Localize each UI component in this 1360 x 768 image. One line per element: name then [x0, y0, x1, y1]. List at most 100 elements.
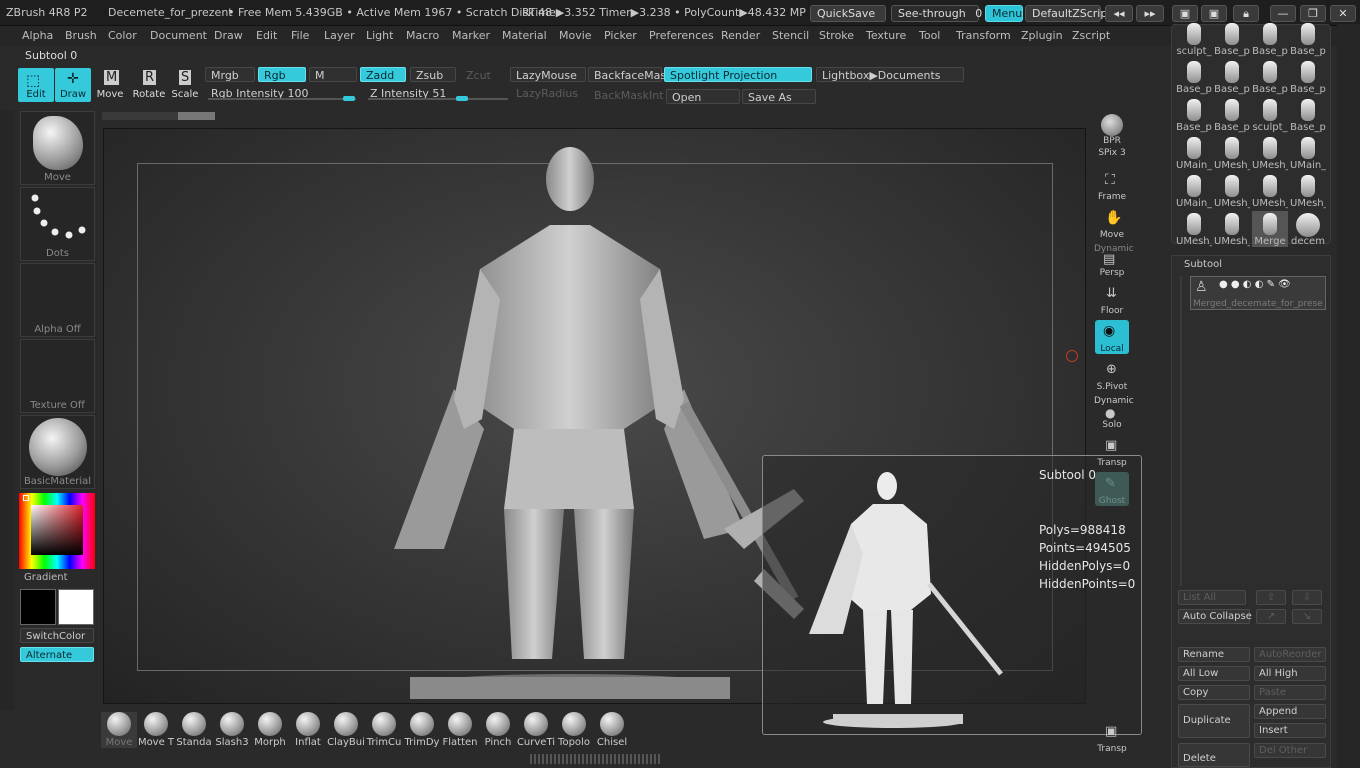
spix-slider[interactable]: SPix 3 — [1095, 146, 1129, 164]
draw-mode-button[interactable]: ✛ Draw — [55, 68, 91, 102]
move-down-icon[interactable]: ⇩ — [1292, 590, 1322, 605]
brush-0-button[interactable]: Move — [101, 712, 137, 748]
delete-button[interactable]: Delete — [1178, 743, 1250, 767]
tool-thumb-3[interactable]: Base_p — [1290, 21, 1326, 57]
append-button[interactable]: Append — [1254, 704, 1326, 719]
all-high-button[interactable]: All High — [1254, 666, 1326, 681]
menu-render[interactable]: Render — [721, 29, 760, 42]
menu-picker[interactable]: Picker — [604, 29, 637, 42]
brush-3-button[interactable]: Slash3 — [214, 712, 250, 748]
menu-preferences[interactable]: Preferences — [649, 29, 714, 42]
menu-stroke[interactable]: Stroke — [819, 29, 854, 42]
subtool-visibility-icons[interactable]: ● ● ◐ ◐ ✎ 👁︎ — [1219, 279, 1291, 290]
tool-thumb-19[interactable]: UMesh_ — [1290, 173, 1326, 209]
secondary-color-swatch[interactable] — [58, 589, 94, 625]
tool-thumb-8[interactable]: Base_p — [1176, 97, 1212, 133]
del-other-button[interactable]: Del Other — [1254, 743, 1326, 758]
backfacemask-toggle[interactable]: BackfaceMask — [588, 67, 672, 82]
rgb-intensity-knob[interactable] — [343, 96, 355, 101]
menu-tool[interactable]: Tool — [919, 29, 940, 42]
z-intensity-slider[interactable] — [368, 96, 508, 101]
alternate-toggle[interactable]: Alternate — [20, 647, 94, 662]
menu-stencil[interactable]: Stencil — [772, 29, 809, 42]
layout-prev-icon[interactable]: ◂◂ — [1105, 5, 1133, 22]
menu-marker[interactable]: Marker — [452, 29, 490, 42]
persp-button[interactable]: ▤ Persp — [1095, 244, 1129, 278]
menu-light[interactable]: Light — [366, 29, 393, 42]
tool-thumb-6[interactable]: Base_p — [1252, 59, 1288, 95]
tool-thumb-14[interactable]: UMesh_ — [1252, 135, 1288, 171]
maximize-icon[interactable]: ❐ — [1300, 5, 1326, 22]
menu-draw[interactable]: Draw — [214, 29, 243, 42]
tool-thumb-21[interactable]: UMesh_ — [1214, 211, 1250, 247]
menu-alpha[interactable]: Alpha — [22, 29, 53, 42]
menu-zplugin[interactable]: Zplugin — [1021, 29, 1063, 42]
copy-button[interactable]: Copy — [1178, 685, 1250, 700]
menu-zscript[interactable]: Zscript — [1072, 29, 1110, 42]
floor-button[interactable]: ⇊ Floor — [1095, 282, 1129, 316]
backmaskint-slider[interactable]: BackMaskInt — [588, 87, 664, 102]
brush-7-button[interactable]: TrimCu — [366, 712, 402, 748]
zadd-toggle[interactable]: Zadd — [360, 67, 406, 82]
mrgb-toggle[interactable]: Mrgb — [205, 67, 255, 82]
menus-button[interactable]: Menus — [985, 5, 1028, 22]
tool-thumb-22[interactable]: Merge — [1252, 211, 1288, 247]
tool-thumb-1[interactable]: Base_p — [1214, 21, 1250, 57]
tool-thumb-0[interactable]: sculpt_ — [1176, 21, 1212, 57]
zcut-toggle[interactable]: Zcut — [460, 67, 500, 82]
tool-thumb-2[interactable]: Base_p — [1252, 21, 1288, 57]
material-selector[interactable]: BasicMaterial — [20, 415, 95, 489]
z-intensity-knob[interactable] — [456, 96, 468, 101]
layout-next-icon[interactable]: ▸▸ — [1136, 5, 1164, 22]
open-button[interactable]: Open — [666, 89, 740, 104]
document-tab-active[interactable] — [178, 112, 215, 120]
lazymouse-toggle[interactable]: LazyMouse — [510, 67, 586, 82]
tool-thumb-17[interactable]: UMesh_ — [1214, 173, 1250, 209]
rotate-mode-button[interactable]: R Rotate — [131, 68, 167, 102]
brush-11-button[interactable]: CurveTi — [517, 712, 555, 748]
transp-bottom-button[interactable]: ▣ Transp — [1095, 720, 1129, 754]
duplicate-button[interactable]: Duplicate — [1178, 704, 1250, 738]
brush-13-button[interactable]: Chisel — [594, 712, 630, 748]
brush-selector[interactable]: Move — [20, 111, 95, 185]
brush-2-button[interactable]: Standa — [176, 712, 212, 748]
lightbox-documents-button[interactable]: Lightbox▶Documents — [816, 67, 964, 82]
lazyradius-slider[interactable]: LazyRadius — [510, 85, 586, 100]
ghost-button[interactable]: ✎ Ghost — [1095, 472, 1129, 506]
tool-thumb-20[interactable]: UMesh_ — [1176, 211, 1212, 247]
auto-collapse-button[interactable]: Auto Collapse — [1178, 609, 1252, 624]
default-zscript-button[interactable]: DefaultZScript — [1025, 5, 1112, 22]
close-icon[interactable]: ✕ — [1330, 5, 1356, 22]
rgb-intensity-slider[interactable] — [208, 96, 356, 101]
minimize-icon[interactable]: — — [1270, 5, 1296, 22]
menu-texture[interactable]: Texture — [866, 29, 906, 42]
main-color-swatch[interactable] — [20, 589, 56, 625]
local-button[interactable]: ◉ Local — [1095, 320, 1129, 354]
tool-thumb-11[interactable]: Base_p — [1290, 97, 1326, 133]
move-up-icon[interactable]: ⇧ — [1256, 590, 1286, 605]
brush-6-button[interactable]: ClayBui — [327, 712, 365, 748]
insert-button[interactable]: Insert — [1254, 723, 1326, 738]
tool-thumb-9[interactable]: Base_p — [1214, 97, 1250, 133]
brush-12-button[interactable]: Topolo — [556, 712, 592, 748]
tool-thumb-23[interactable]: decem — [1290, 211, 1326, 247]
edit-mode-button[interactable]: ⬚ Edit — [18, 68, 54, 102]
tool-thumb-7[interactable]: Base_p — [1290, 59, 1326, 95]
scale-mode-button[interactable]: S Scale — [167, 68, 203, 102]
subtool-list-scrollbar[interactable] — [1180, 276, 1182, 586]
alpha-selector[interactable]: Alpha Off — [20, 263, 95, 337]
spotlight-projection-toggle[interactable]: Spotlight Projection — [664, 67, 812, 82]
tool-thumb-16[interactable]: UMain_ — [1176, 173, 1212, 209]
brush-9-button[interactable]: Flatten — [442, 712, 478, 748]
tool-thumb-4[interactable]: Base_p — [1176, 59, 1212, 95]
menu-document[interactable]: Document — [150, 29, 207, 42]
m-toggle[interactable]: M — [309, 67, 357, 82]
menu-edit[interactable]: Edit — [256, 29, 277, 42]
subtool-item[interactable]: ♙ ● ● ◐ ◐ ✎ 👁︎ Merged_decemate_for_prese — [1190, 276, 1326, 310]
save-as-button[interactable]: Save As — [742, 89, 816, 104]
brush-4-button[interactable]: Morph — [252, 712, 288, 748]
menu-layer[interactable]: Layer — [324, 29, 355, 42]
list-all-button[interactable]: List All — [1178, 590, 1246, 605]
transp-button[interactable]: ▣ Transp — [1095, 434, 1129, 468]
brush-5-button[interactable]: Inflat — [290, 712, 326, 748]
